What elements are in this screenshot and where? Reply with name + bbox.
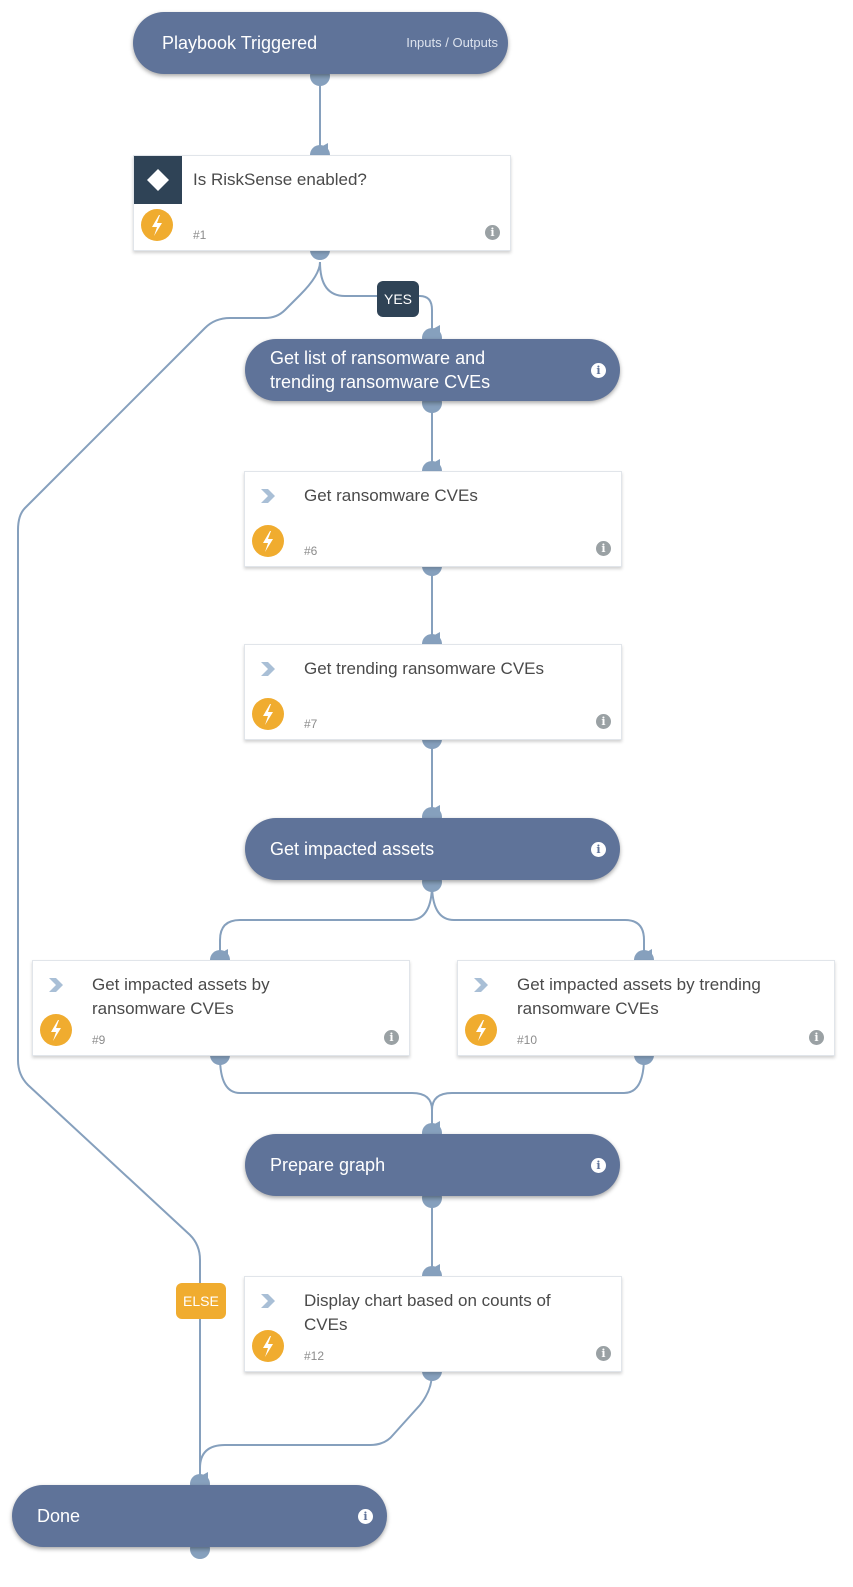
task-title: Get trending ransomware CVEs [304,659,544,678]
info-icon[interactable]: i [591,363,606,378]
info-icon[interactable]: i [596,1346,611,1361]
node-title: Playbook Triggered [162,33,318,53]
section-title: Prepare graph [270,1155,386,1175]
info-icon[interactable]: i [809,1030,824,1045]
section-get-list-ransomware[interactable]: Get list of ransomware and trending rans… [245,339,620,401]
edge-task9-to-section3 [219,1056,440,1131]
chevron-right-icon [474,978,488,992]
section-get-impacted-assets[interactable]: Get impacted assets i [245,818,620,880]
info-icon[interactable]: i [358,1509,373,1524]
chevron-right-icon [261,489,275,503]
task-title: Get impacted assets by ransomware CVEs [92,975,270,1018]
task-10[interactable]: Get impacted assets by trending ransomwa… [457,960,835,1056]
task-9[interactable]: Get impacted assets by ransomware CVEs #… [32,960,410,1056]
else-branch-label[interactable]: ELSE [176,1283,226,1319]
task-number: #1 [193,228,207,242]
automation-bolt-icon [252,698,284,730]
automation-bolt-icon [141,209,173,241]
task-number: #7 [304,717,318,731]
task-number: #10 [517,1033,538,1047]
automation-bolt-icon [252,1330,284,1362]
section-prepare-graph[interactable]: Prepare graph i [245,1134,620,1196]
yes-branch-label[interactable]: YES [377,281,420,317]
task-number: #6 [304,544,318,558]
task-7[interactable]: Get trending ransomware CVEs #7 i [244,644,622,740]
section-title-line2: trending ransomware CVEs [270,372,491,392]
task-12[interactable]: Display chart based on counts of CVEs #1… [244,1276,622,1372]
automation-bolt-icon [40,1014,72,1046]
edge-task10-to-section3 [431,1056,645,1111]
info-icon[interactable]: i [591,1158,606,1173]
automation-bolt-icon [252,525,284,557]
condition-task-1[interactable]: Is RiskSense enabled? #1 i [133,155,511,251]
section-title-line1: Get list of ransomware and [270,348,486,368]
diamond-icon [147,169,169,191]
task-number: #9 [92,1033,106,1047]
condition-type-box [134,156,182,204]
info-icon[interactable]: i [591,842,606,857]
info-icon[interactable]: i [596,541,611,556]
task-6[interactable]: Get ransomware CVEs #6 i [244,471,622,567]
task-title: Display chart based on counts of CVEs [304,1291,551,1334]
chevron-right-icon [261,662,275,676]
automation-bolt-icon [465,1014,497,1046]
info-icon[interactable]: i [596,714,611,729]
playbook-triggered-node[interactable]: Playbook Triggered Inputs / Outputs [133,12,508,74]
inputs-outputs-link[interactable]: Inputs / Outputs [406,35,498,50]
info-icon[interactable]: i [384,1030,399,1045]
edge-section2-to-task9 [219,883,433,959]
chevron-right-icon [261,1294,275,1308]
task-title: Is RiskSense enabled? [193,170,367,189]
section-title: Get impacted assets [270,839,435,859]
section-done[interactable]: Done i [12,1485,387,1547]
edge-section2-to-task10 [431,883,652,959]
info-icon[interactable]: i [485,225,500,240]
chevron-right-icon [49,978,63,992]
edge-task12-to-done [199,1372,433,1469]
task-title: Get ransomware CVEs [304,486,478,505]
section-title: Done [37,1506,81,1526]
task-title: Get impacted assets by trending ransomwa… [517,975,761,1018]
task-number: #12 [304,1349,325,1363]
